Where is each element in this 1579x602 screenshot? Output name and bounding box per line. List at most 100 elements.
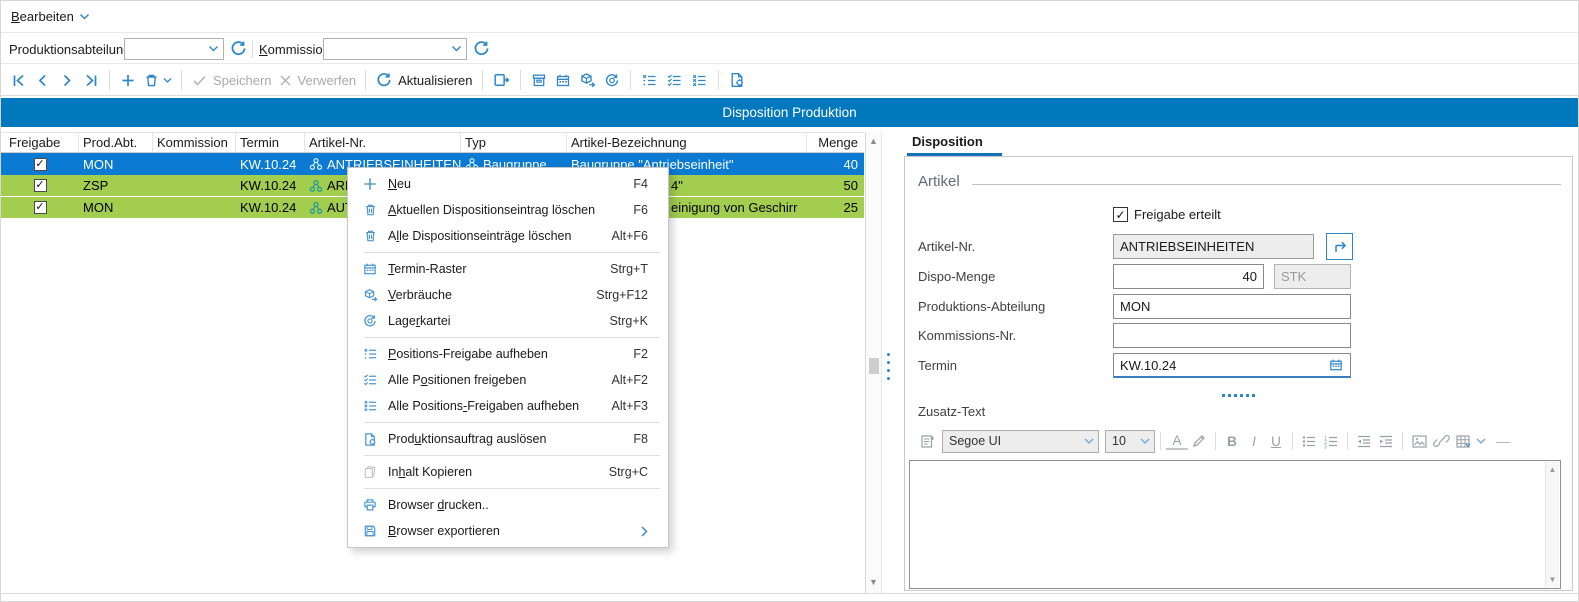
font-color-button[interactable]: A — [1166, 432, 1188, 450]
menu-item-aktuellen-eintrag-loeschen[interactable]: Aktuellen Dispositionseintrag löschen F6 — [348, 197, 668, 223]
refresh-icon[interactable] — [472, 39, 491, 58]
positions-freigabe-aufheben-button[interactable] — [637, 67, 662, 93]
delete-record-button[interactable] — [140, 67, 175, 93]
scroll-up-icon[interactable]: ▲ — [1546, 465, 1559, 474]
produktionsauftrag-ausloesen-button[interactable] — [725, 67, 750, 93]
chevron-down-icon — [208, 45, 219, 53]
col-header-artikel-nr[interactable]: Artikel-Nr. — [305, 133, 461, 152]
browser-title-bar: Disposition Produktion — [1, 98, 1578, 127]
freigabe-erteilt-checkbox[interactable]: ✓ — [1113, 207, 1128, 222]
menu-item-alle-eintraege-loeschen[interactable]: Alle Dispositionseinträge löschen Alt+F6 — [348, 223, 668, 249]
tab-disposition[interactable]: Disposition — [912, 134, 983, 149]
bullet-list-button[interactable] — [1298, 430, 1320, 452]
scroll-down-icon[interactable]: ▼ — [1546, 575, 1559, 584]
menu-item-termin-raster[interactable]: Termin-Raster Strg+T — [348, 256, 668, 282]
freigabe-checkbox[interactable]: ✓ — [34, 201, 47, 214]
menu-item-verbraeuche[interactable]: Verbräuche Strg+F12 — [348, 282, 668, 308]
discard-button[interactable]: Verwerfen — [275, 67, 360, 93]
panel-splitter-handle[interactable] — [887, 353, 890, 380]
insert-table-button[interactable] — [1452, 430, 1474, 452]
scrollbar-thumb[interactable] — [869, 358, 879, 374]
termin-field[interactable]: KW.10.24 — [1113, 353, 1351, 378]
numbered-list-button[interactable]: 123 — [1320, 430, 1342, 452]
refresh-button[interactable]: Aktualisieren — [372, 67, 475, 93]
menu-item-alle-positions-freigaben-aufheben[interactable]: Alle Positions-Freigaben aufheben Alt+F3 — [348, 393, 668, 419]
menu-item-positions-freigabe-aufheben[interactable]: Positions-Freigabe aufheben F2 — [348, 341, 668, 367]
window-arrow-icon — [492, 71, 511, 89]
insert-image-button[interactable] — [1408, 430, 1430, 452]
calendar-icon[interactable] — [1328, 357, 1344, 373]
scroll-up-icon[interactable]: ▲ — [866, 136, 881, 146]
insert-link-button[interactable] — [1430, 430, 1452, 452]
kommission-combobox[interactable] — [323, 38, 467, 60]
bearbeiten-menu[interactable]: Bearbeiten — [11, 9, 90, 24]
produktionsabteilung-label: Produktionsabteilung — [9, 42, 130, 57]
dispo-menge-field[interactable]: 40 — [1113, 264, 1264, 289]
record-navigator-button[interactable] — [489, 67, 514, 93]
kommissions-nr-field[interactable] — [1113, 323, 1351, 348]
kommission-label: Kommission — [259, 42, 330, 57]
last-record-button[interactable] — [79, 67, 103, 93]
font-family-combobox[interactable]: Segoe UI — [942, 430, 1099, 453]
refresh-icon — [375, 71, 393, 89]
action-bar: Speichern Verwerfen Aktualisieren — [1, 65, 1578, 96]
chevron-down-icon[interactable] — [1476, 438, 1486, 445]
menu-item-produktionsauftrag-ausloesen[interactable]: Produktionsauftrag auslösen F8 — [348, 426, 668, 452]
refresh-icon[interactable] — [229, 39, 248, 58]
horizontal-rule-button[interactable]: — — [1492, 430, 1514, 452]
archive-button[interactable] — [527, 67, 551, 93]
col-header-menge[interactable]: Menge — [807, 133, 864, 152]
separator — [718, 70, 719, 90]
lagerkartei-button[interactable] — [600, 67, 624, 93]
jump-to-artikel-button[interactable] — [1326, 233, 1353, 260]
save-button[interactable]: Speichern — [188, 67, 275, 93]
menu-item-alle-positionen-freigeben[interactable]: Alle Positionen freigeben Alt+F2 — [348, 367, 668, 393]
outdent-button[interactable] — [1353, 430, 1375, 452]
text-block-icon[interactable] — [916, 430, 938, 452]
artikel-section-header: Artikel — [918, 173, 1561, 190]
bold-button[interactable]: B — [1221, 430, 1243, 452]
new-record-button[interactable] — [116, 67, 140, 93]
verbraeuche-button[interactable] — [575, 67, 600, 93]
col-header-kommission[interactable]: Kommission — [153, 133, 236, 152]
freigabe-checkbox[interactable]: ✓ — [34, 179, 47, 192]
first-record-button[interactable] — [7, 67, 31, 93]
menu-item-neu[interactable]: Neu F4 — [348, 171, 668, 197]
recycle-swirl-icon — [358, 313, 382, 329]
font-size-combobox[interactable]: 10 — [1105, 430, 1155, 453]
menu-item-lagerkartei[interactable]: Lagerkartei Strg+K — [348, 308, 668, 334]
col-header-typ[interactable]: Typ — [461, 133, 567, 152]
termin-raster-button[interactable] — [551, 67, 575, 93]
alle-positionen-freigeben-button[interactable] — [662, 67, 687, 93]
list-x-icon — [358, 346, 382, 362]
col-header-termin[interactable]: Termin — [236, 133, 305, 152]
next-record-button[interactable] — [55, 67, 79, 93]
previous-record-button[interactable] — [31, 67, 55, 93]
freigabe-checkbox[interactable]: ✓ — [34, 158, 47, 171]
menu-item-browser-exportieren[interactable]: Browser exportieren — [348, 518, 668, 544]
produktionsabteilung-combobox[interactable] — [124, 38, 224, 60]
calendar-grid-icon — [554, 72, 572, 89]
window-bottom-border — [1, 593, 1578, 594]
scroll-down-icon[interactable]: ▼ — [866, 577, 881, 587]
x-icon — [278, 73, 293, 88]
grid-vertical-scrollbar[interactable]: ▲ ▼ — [865, 132, 882, 593]
baugruppe-icon — [309, 201, 323, 215]
list-xx-icon — [690, 72, 709, 89]
produktions-abteilung-field[interactable]: MON — [1113, 294, 1351, 319]
col-header-prodabt[interactable]: Prod.Abt. — [79, 133, 153, 152]
italic-button[interactable]: I — [1243, 430, 1265, 452]
zusatz-text-editor[interactable]: ▲ ▼ — [909, 460, 1561, 589]
col-header-freigabe[interactable]: Freigabe — [1, 133, 79, 152]
menu-item-inhalt-kopieren[interactable]: Inhalt Kopieren Strg+C — [348, 459, 668, 485]
separator — [520, 70, 521, 90]
highlight-pen-button[interactable] — [1188, 430, 1210, 452]
artikel-nr-field[interactable]: ANTRIEBSEINHEITEN — [1113, 234, 1314, 259]
indent-button[interactable] — [1375, 430, 1397, 452]
col-header-artikel-bezeichnung[interactable]: Artikel-Bezeichnung — [567, 133, 807, 152]
alle-positions-freigaben-aufheben-button[interactable] — [687, 67, 712, 93]
underline-button[interactable]: U — [1265, 430, 1287, 452]
editor-vertical-scrollbar[interactable]: ▲ ▼ — [1545, 462, 1559, 587]
section-splitter-handle[interactable] — [1222, 394, 1255, 397]
menu-item-browser-drucken[interactable]: Browser drucken.. — [348, 492, 668, 518]
